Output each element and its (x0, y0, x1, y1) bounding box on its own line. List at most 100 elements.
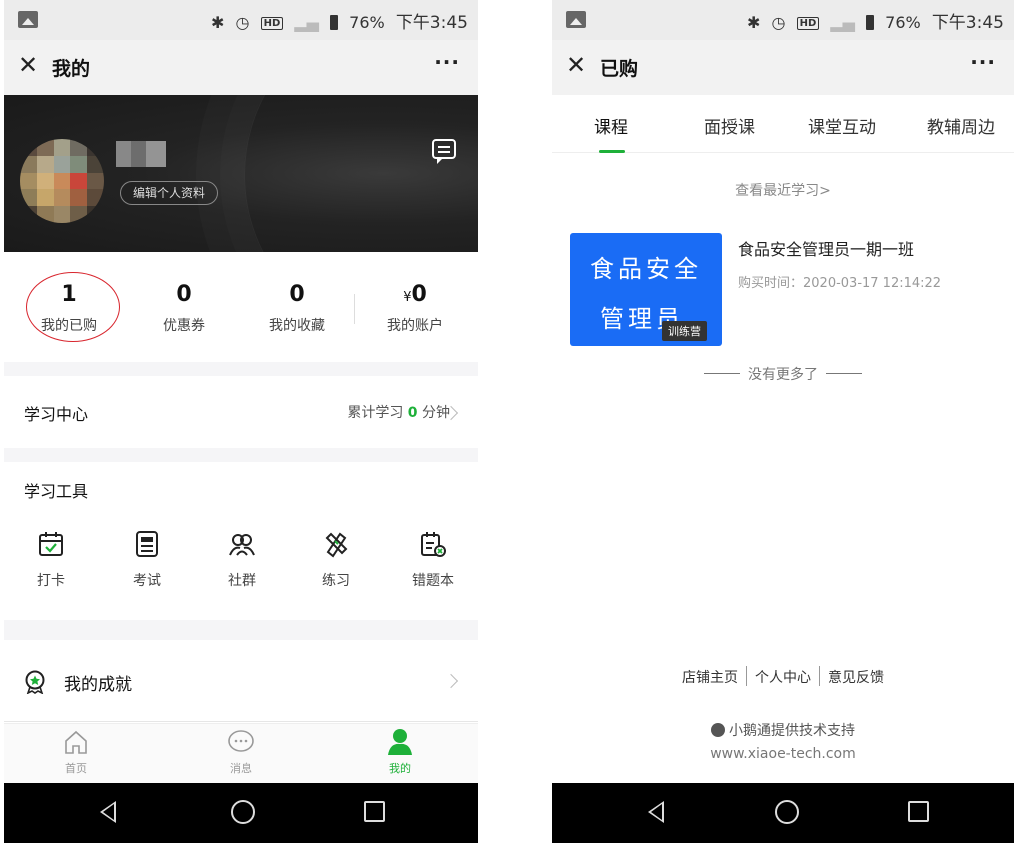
gallery-icon (18, 11, 38, 28)
page-title: 已购 (600, 58, 639, 80)
category-tabs: 课程 面授课 课堂互动 教辅周边 (552, 95, 1014, 153)
section-gap (4, 362, 478, 376)
feedback-link[interactable]: 意见反馈 (828, 670, 884, 686)
course-thumbnail[interactable]: 食品安全 管理员 训练营 (570, 233, 722, 346)
stat-coupons[interactable]: 0 优惠券 (129, 282, 239, 335)
tool-label: 考试 (133, 573, 161, 589)
recent-learning-link[interactable]: 查看最近学习> (552, 180, 1014, 200)
link-separator (819, 666, 820, 686)
achievement-row[interactable]: 我的成就 (4, 640, 478, 722)
status-icons: ✱ ◷ HD ▂▄ 76% 下午3:45 (205, 8, 468, 33)
divider-line (826, 373, 862, 374)
section-gap (4, 448, 478, 462)
learning-center-title: 学习中心 (24, 405, 89, 424)
status-bar: ✱ ◷ HD ▂▄ 76% 下午3:45 (4, 0, 478, 40)
exam-icon (136, 531, 158, 557)
stat-label: 我的账户 (387, 318, 443, 334)
battery-percent: 76% (349, 13, 385, 32)
title-bar: ✕ 已购 ··· (552, 40, 1014, 95)
title-bar: ✕ 我的 ··· (4, 40, 478, 95)
stat-account[interactable]: ¥0 我的账户 (360, 282, 470, 335)
edit-profile-button[interactable]: 编辑个人资料 (120, 181, 219, 205)
tool-label: 社群 (228, 573, 256, 589)
tool-exam[interactable]: 考试 (112, 530, 182, 590)
bluetooth-icon: ✱ (211, 13, 225, 32)
avatar[interactable] (20, 139, 104, 223)
learning-minutes: 0 (407, 405, 418, 421)
divider-line (704, 373, 740, 374)
footer-links: 店铺主页 个人中心 意见反馈 (552, 666, 1014, 687)
active-tab-indicator (599, 150, 625, 153)
tools-title: 学习工具 (24, 482, 89, 501)
back-icon[interactable] (648, 801, 664, 823)
stat-value: ¥0 (360, 282, 470, 307)
tab-home[interactable]: 首页 (36, 728, 116, 776)
tab-teaching-aids[interactable]: 教辅周边 (927, 113, 995, 138)
link-separator (746, 666, 747, 686)
medal-icon (25, 670, 45, 694)
tab-courses[interactable]: 课程 (594, 113, 628, 138)
back-icon[interactable] (100, 801, 116, 823)
recent-apps-icon[interactable] (908, 801, 929, 822)
tool-wrong-questions[interactable]: 错题本 (398, 530, 468, 590)
shop-home-link[interactable]: 店铺主页 (682, 670, 738, 686)
vendor-domain: www.xiaoe-tech.com (710, 746, 856, 762)
stat-label: 优惠券 (163, 318, 205, 334)
clock: 下午3:45 (931, 13, 1004, 33)
course-type-badge: 训练营 (662, 321, 707, 341)
stat-divider (354, 294, 355, 324)
battery-icon (330, 15, 339, 30)
home-circle-icon[interactable] (231, 800, 255, 824)
stat-favorites[interactable]: 0 我的收藏 (242, 282, 352, 335)
profile-banner: 编辑个人资料 (4, 95, 478, 252)
user-icon (388, 729, 412, 755)
battery-icon (866, 15, 875, 30)
tool-label: 错题本 (412, 573, 454, 589)
bluetooth-icon: ✱ (747, 13, 761, 32)
xiaoe-logo-icon (711, 723, 725, 737)
tool-checkin[interactable]: 打卡 (16, 530, 86, 590)
powered-by-text: 小鹅通提供技术支持 (729, 723, 855, 739)
tab-classroom-interaction[interactable]: 课堂互动 (808, 113, 876, 138)
practice-icon (325, 532, 348, 558)
learning-time: 累计学习 0 分钟 (347, 402, 450, 422)
course-title[interactable]: 食品安全管理员一期一班 (738, 236, 914, 260)
tool-community[interactable]: 社群 (207, 530, 277, 590)
chevron-right-icon (443, 673, 459, 689)
tool-label: 打卡 (37, 573, 65, 589)
learning-center-row[interactable]: 学习中心 累计学习 0 分钟 (4, 376, 478, 448)
tab-mine[interactable]: 我的 (360, 728, 440, 776)
close-icon[interactable]: ✕ (566, 51, 586, 79)
account-balance: 0 (411, 282, 427, 307)
signal-icon: ▂▄ (830, 13, 855, 32)
stat-label: 我的收藏 (269, 318, 325, 334)
status-bar: ✱ ◷ HD ▂▄ 76% 下午3:45 (552, 0, 1014, 40)
tab-label: 首页 (65, 762, 87, 775)
no-more-text: 没有更多了 (748, 367, 818, 383)
alarm-icon: ◷ (771, 13, 786, 32)
purchase-time: 购买时间：2020-03-17 12:14:22 (738, 276, 942, 291)
gallery-icon (566, 11, 586, 28)
more-icon[interactable]: ··· (970, 50, 996, 74)
thumb-title-line1: 食品安全 (590, 255, 702, 283)
stat-value: 0 (289, 282, 305, 307)
tool-label: 练习 (322, 573, 350, 589)
powered-by: 小鹅通提供技术支持 (552, 720, 1014, 740)
section-gap (4, 620, 478, 640)
recent-apps-icon[interactable] (364, 801, 385, 822)
home-circle-icon[interactable] (775, 800, 799, 824)
stat-value: 0 (176, 282, 192, 307)
profile-screen: ✱ ◷ HD ▂▄ 76% 下午3:45 ✕ 我的 ··· 编辑个人资料 1 我… (4, 0, 478, 843)
hd-icon: HD (260, 17, 284, 30)
tool-practice[interactable]: 练习 (301, 530, 371, 590)
more-icon[interactable]: ··· (434, 50, 460, 74)
tab-messages[interactable]: 消息 (201, 728, 281, 776)
tab-label: 消息 (230, 762, 252, 775)
close-icon[interactable]: ✕ (18, 51, 38, 79)
tab-face-to-face[interactable]: 面授课 (704, 113, 755, 138)
android-nav-bar (4, 783, 478, 843)
clock: 下午3:45 (395, 13, 468, 33)
personal-center-link[interactable]: 个人中心 (755, 670, 811, 686)
chat-icon[interactable] (432, 139, 456, 164)
page-title: 我的 (52, 58, 91, 80)
